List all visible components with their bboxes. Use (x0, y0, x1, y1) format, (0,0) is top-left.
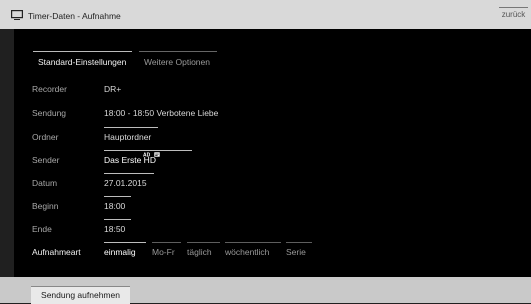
value-sendung: 18:00 - 18:50 Verbotene Liebe (104, 108, 219, 118)
tab-label: Standard-Einstellungen (38, 57, 127, 67)
datum-value: 27.01.2015 (104, 178, 147, 188)
audio-description-icon: AD (143, 152, 152, 157)
label-ende: Ende (32, 224, 52, 234)
tab-more-options[interactable]: Weitere Optionen (139, 51, 217, 70)
ende-value: 18:50 (104, 224, 126, 234)
tv-icon (11, 10, 23, 20)
record-button[interactable]: Sendung aufnehmen (31, 286, 130, 304)
label-sender: Sender (32, 155, 60, 165)
option-label: täglich (187, 247, 212, 257)
option-label: wöchentlich (225, 247, 270, 257)
value-recorder: DR+ (104, 84, 122, 94)
tab-label: Weitere Optionen (144, 57, 210, 67)
ordner-field[interactable]: Hauptordner (104, 127, 158, 144)
label-datum: Datum (32, 178, 58, 188)
subtitle-icon (154, 152, 160, 157)
label-beginn: Beginn (32, 201, 59, 211)
svg-text:AD: AD (143, 153, 151, 157)
beginn-value: 18:00 (104, 201, 126, 211)
option-einmalig[interactable]: einmalig (104, 242, 146, 259)
tab-standard-settings[interactable]: Standard-Einstellungen (33, 51, 132, 70)
label-recorder: Recorder (32, 84, 67, 94)
label-aufnahmeart: Aufnahmeart (32, 247, 81, 257)
option-label: einmalig (104, 247, 136, 257)
ordner-value: Hauptordner (104, 132, 152, 142)
label-ordner: Ordner (32, 132, 59, 142)
back-button[interactable]: zurück (499, 7, 528, 22)
page-title: Timer-Daten - Aufnahme (28, 11, 121, 21)
option-mo-fr[interactable]: Mo-Fr (152, 242, 181, 259)
label-sendung: Sendung (32, 108, 67, 118)
option-taeglich[interactable]: täglich (187, 242, 220, 259)
option-serie[interactable]: Serie (286, 242, 312, 259)
beginn-field[interactable]: 18:00 (104, 196, 131, 213)
ende-field[interactable]: 18:50 (104, 219, 131, 236)
footer-bar: Sendung aufnehmen (0, 277, 531, 304)
option-label: Serie (286, 247, 306, 257)
datum-field[interactable]: 27.01.2015 (104, 173, 154, 190)
option-label: Mo-Fr (152, 247, 175, 257)
option-woechentlich[interactable]: wöchentlich (225, 242, 281, 259)
title-bar: Timer-Daten - Aufnahme zurück (0, 0, 531, 29)
